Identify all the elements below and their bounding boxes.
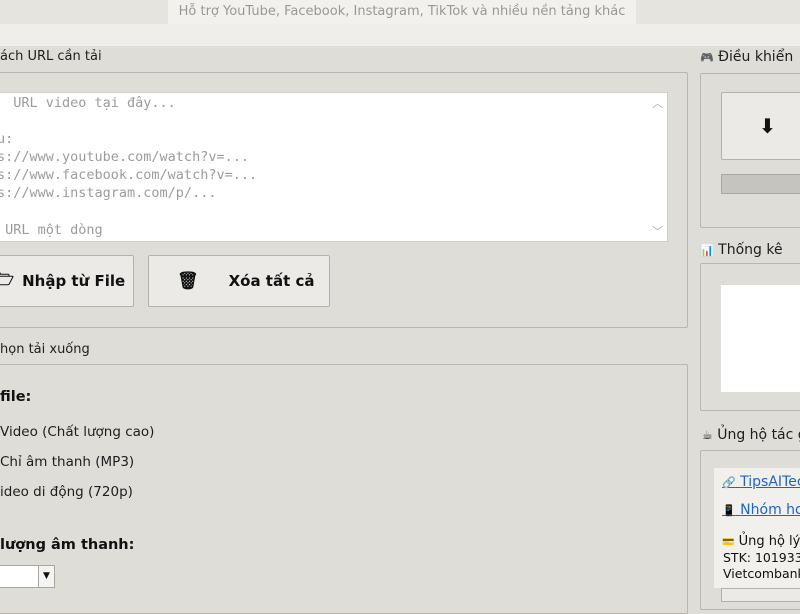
file-type-label: file: (0, 389, 32, 405)
group-link[interactable]: 📱 Nhóm ho (722, 502, 800, 518)
tipsaitec-link[interactable]: 🔗 TipsAITec (722, 474, 800, 490)
bank-support-label: 💳 Ủng hộ lý (722, 534, 800, 549)
import-file-label: Nhập từ File (22, 272, 126, 290)
url-textarea[interactable]: URL video tại đây... u: s://www.youtube.… (0, 92, 668, 242)
download-arrow-icon: ⬇ (759, 114, 776, 138)
link-icon: 🔗 (722, 476, 736, 489)
stats-group-title: 📊 Thống kê (700, 241, 786, 259)
control-group-title: 🎮 Điều khiển (700, 48, 797, 66)
import-file-button[interactable]: 🗁 Nhập từ File (0, 255, 134, 307)
url-group-title: ách URL cần tải (0, 48, 105, 66)
app-subtitle: Hỗ trợ YouTube, Facebook, Instagram, Tik… (168, 0, 636, 24)
support-title-text: Ủng hộ tác g (717, 427, 800, 443)
url-line: URL một dòng (0, 222, 103, 238)
file-type-video-hq[interactable]: Video (Chất lượng cao) (0, 424, 154, 440)
file-type-audio-mp3[interactable]: Chỉ âm thanh (MP3) (0, 454, 134, 470)
bar-chart-icon: 📊 (700, 244, 714, 257)
card-icon: 💳 (722, 537, 735, 548)
url-line: s://www.instagram.com/p/... (0, 185, 217, 201)
progress-bar (721, 174, 800, 194)
url-line: URL video tại đây... (0, 95, 176, 111)
audio-quality-select[interactable]: ▼ (0, 565, 55, 588)
scroll-down-icon[interactable]: ﹀ (652, 223, 663, 239)
clear-all-label: Xóa tất cả (228, 272, 315, 290)
account-number: STK: 101933C (723, 550, 800, 565)
stats-title-text: Thống kê (718, 242, 783, 258)
file-type-mobile-video[interactable]: ideo di động (720p) (0, 484, 133, 500)
stats-panel (721, 285, 800, 392)
gamepad-icon: 🎮 (700, 51, 714, 64)
clear-all-button[interactable]: 🗑 Xóa tất cả (148, 255, 330, 307)
bank-support-text: Ủng hộ lý (738, 534, 800, 549)
phone-icon: 📱 (722, 504, 736, 517)
coffee-icon: ☕ (702, 428, 713, 442)
url-line: s://www.youtube.com/watch?v=... (0, 149, 249, 165)
header-strip (0, 24, 800, 46)
chevron-down-icon[interactable]: ▼ (38, 566, 54, 587)
trash-icon: 🗑 (177, 271, 199, 291)
audio-quality-label: lượng âm thanh: (0, 537, 135, 553)
url-line: u: (0, 131, 14, 147)
scroll-up-icon[interactable]: ︿ (652, 95, 663, 111)
group-link-text: Nhóm ho (740, 502, 800, 518)
tipsaitec-link-text: TipsAITec (740, 474, 800, 490)
bank-name: Vietcombank (723, 566, 800, 581)
control-title-text: Điều khiển (718, 49, 794, 65)
options-group-title: họn tải xuống (0, 341, 93, 359)
url-line: s://www.facebook.com/watch?v=... (0, 167, 258, 183)
download-button[interactable]: ⬇ (721, 92, 800, 160)
folder-icon: 🗁 (0, 269, 15, 290)
support-group-title: ☕ Ủng hộ tác g (702, 425, 800, 445)
